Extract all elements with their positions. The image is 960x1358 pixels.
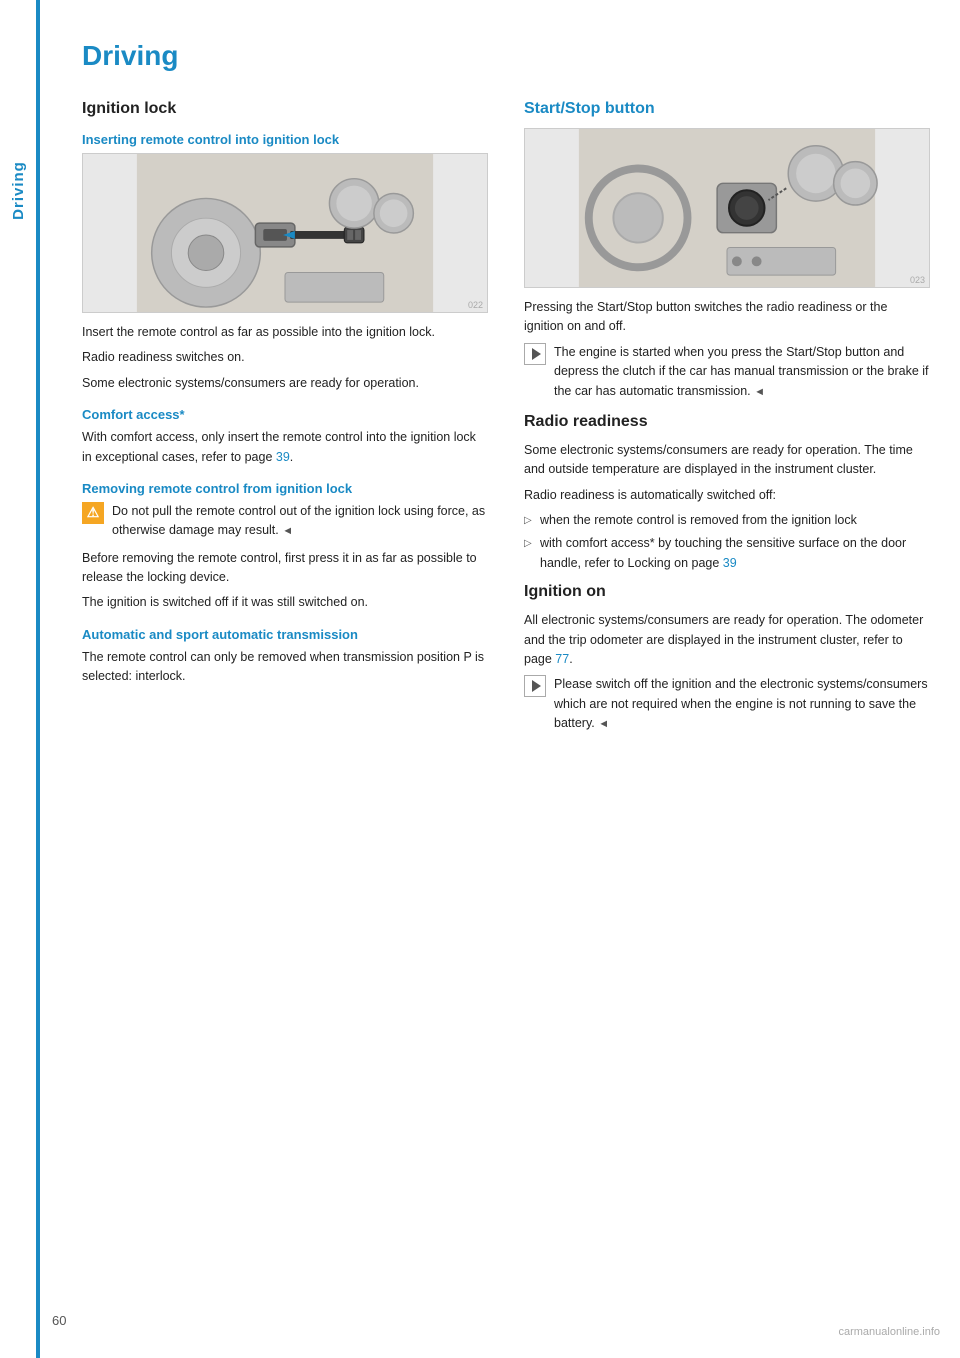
insert-body-1: Insert the remote control as far as poss… xyxy=(82,323,488,342)
radio-bullet-item-2: with comfort access* by touching the sen… xyxy=(524,534,930,573)
bottom-logo: carmanualonline.info xyxy=(838,1326,940,1338)
radio-body-2: Radio readiness is automatically switche… xyxy=(524,486,930,505)
page-title: Driving xyxy=(82,40,930,72)
image-ref-1: 022 xyxy=(468,300,483,310)
two-column-layout: Ignition lock Inserting remote control i… xyxy=(82,100,930,741)
note-text-2: Please switch off the ignition and the e… xyxy=(554,675,930,733)
start-stop-image: 023 xyxy=(524,128,930,288)
radio-bullet-item-1: when the remote control is removed from … xyxy=(524,511,930,530)
page-number: 60 xyxy=(52,1313,66,1328)
radio-body-1: Some electronic systems/consumers are re… xyxy=(524,441,930,480)
removing-body-2: The ignition is switched off if it was s… xyxy=(82,593,488,612)
note-icon-1 xyxy=(524,343,546,365)
auto-transmission-heading: Automatic and sport automatic transmissi… xyxy=(82,627,488,642)
auto-body: The remote control can only be removed w… xyxy=(82,648,488,687)
note-text-1: The engine is started when you press the… xyxy=(554,343,930,401)
insert-body-3: Some electronic systems/consumers are re… xyxy=(82,374,488,393)
note-block-2: Please switch off the ignition and the e… xyxy=(524,675,930,733)
ignition-page-link[interactable]: 77 xyxy=(555,652,569,666)
radio-readiness-heading: Radio readiness xyxy=(524,413,930,431)
ignition-body-1: All electronic systems/consumers are rea… xyxy=(524,611,930,669)
ignition-insert-image: 022 xyxy=(82,153,488,313)
side-tab-label: Driving xyxy=(10,161,27,220)
radio-bullet-page-link[interactable]: 39 xyxy=(723,556,737,570)
comfort-body: With comfort access, only insert the rem… xyxy=(82,428,488,467)
note-icon-2 xyxy=(524,675,546,697)
radio-bullet-list: when the remote control is removed from … xyxy=(524,511,930,573)
comfort-body-end: . xyxy=(290,450,293,464)
note-end-mark-1: ◄ xyxy=(754,386,765,398)
warning-end-mark: ◄ xyxy=(282,525,293,537)
play-triangle-icon-2 xyxy=(532,680,541,692)
comfort-access-heading: Comfort access* xyxy=(82,407,488,422)
comfort-page-link[interactable]: 39 xyxy=(276,450,290,464)
inserting-sub-heading: Inserting remote control into ignition l… xyxy=(82,132,488,147)
ignition-lock-heading: Ignition lock xyxy=(82,100,488,118)
image-ref-2: 023 xyxy=(910,275,925,285)
note-block-1: The engine is started when you press the… xyxy=(524,343,930,401)
start-stop-heading: Start/Stop button xyxy=(524,100,930,118)
warning-block: ⚠ Do not pull the remote control out of … xyxy=(82,502,488,541)
left-border-bar xyxy=(36,0,40,1358)
note-end-mark-2: ◄ xyxy=(598,718,609,730)
start-stop-body-1: Pressing the Start/Stop button switches … xyxy=(524,298,930,337)
insert-body-2: Radio readiness switches on. xyxy=(82,348,488,367)
ignition-on-heading: Ignition on xyxy=(524,583,930,601)
removing-body-1: Before removing the remote control, firs… xyxy=(82,549,488,588)
removing-sub-heading: Removing remote control from ignition lo… xyxy=(82,481,488,496)
right-column: Start/Stop button xyxy=(524,100,930,741)
warning-icon: ⚠ xyxy=(82,502,104,524)
warning-text: Do not pull the remote control out of th… xyxy=(112,502,488,541)
left-column: Ignition lock Inserting remote control i… xyxy=(82,100,488,741)
side-tab: Driving xyxy=(0,80,36,300)
play-triangle-icon-1 xyxy=(532,348,541,360)
page-content: Driving Ignition lock Inserting remote c… xyxy=(52,0,960,801)
